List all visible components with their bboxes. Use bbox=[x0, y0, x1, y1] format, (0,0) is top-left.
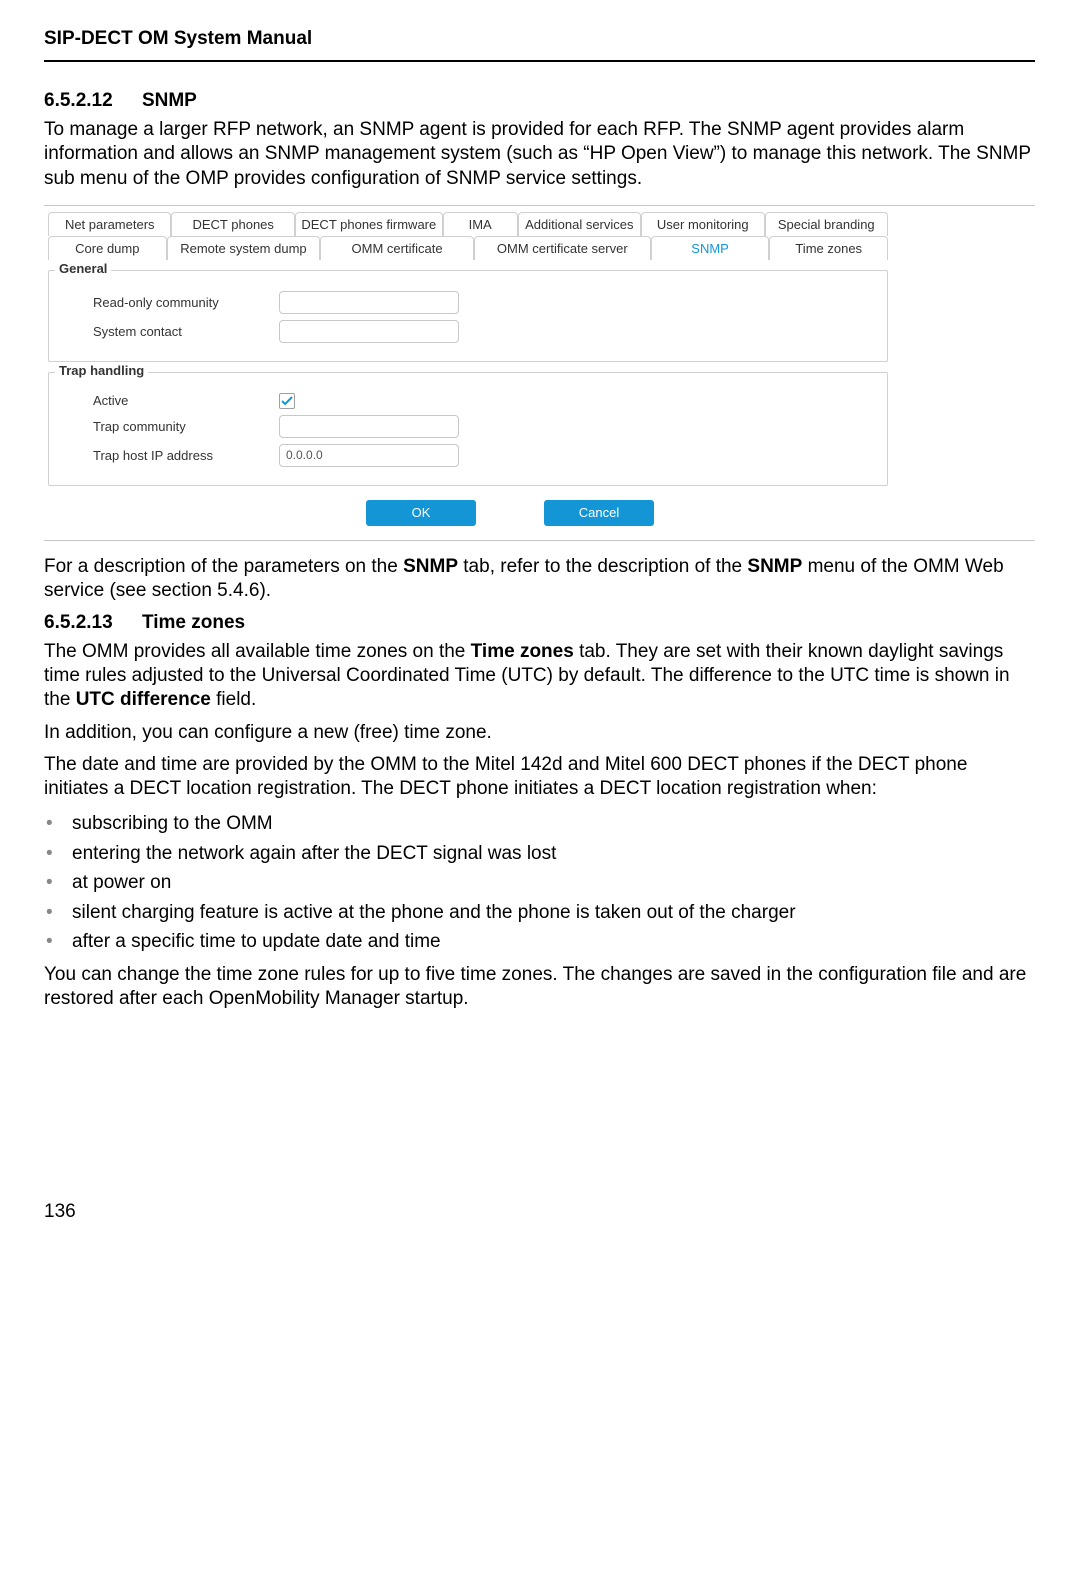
input-system-contact[interactable] bbox=[279, 320, 459, 343]
section-number: 6.5.2.13 bbox=[44, 612, 113, 633]
page-number: 136 bbox=[44, 1201, 1035, 1223]
tab-remote-system-dump[interactable]: Remote system dump bbox=[167, 236, 321, 260]
button-row: OK Cancel bbox=[366, 500, 888, 526]
trap-legend: Trap handling bbox=[55, 363, 148, 378]
row-read-only-community: Read-only community bbox=[69, 291, 867, 314]
text-bold: UTC difference bbox=[76, 689, 211, 710]
text: For a description of the parameters on t… bbox=[44, 556, 403, 577]
section-title: Time zones bbox=[142, 612, 245, 633]
text: The OMM provides all available time zone… bbox=[44, 641, 471, 662]
list-item: after a specific time to update date and… bbox=[44, 927, 1035, 956]
tab-row-1: Net parameters DECT phones DECT phones f… bbox=[48, 212, 888, 236]
paragraph: The OMM provides all available time zone… bbox=[44, 640, 1035, 713]
list-item: entering the network again after the DEC… bbox=[44, 839, 1035, 868]
text-bold: SNMP bbox=[403, 556, 458, 577]
section-title: SNMP bbox=[142, 90, 197, 111]
tab-ima[interactable]: IMA bbox=[443, 212, 518, 236]
doc-header: SIP-DECT OM System Manual bbox=[44, 28, 1035, 50]
tab-user-monitoring[interactable]: User monitoring bbox=[641, 212, 764, 236]
label-trap-host-ip: Trap host IP address bbox=[69, 448, 279, 463]
paragraph: In addition, you can configure a new (fr… bbox=[44, 721, 1035, 745]
tab-snmp[interactable]: SNMP bbox=[651, 236, 770, 260]
section-heading-snmp: 6.5.2.12 SNMP bbox=[44, 90, 1035, 112]
general-fieldset: General Read-only community System conta… bbox=[48, 270, 888, 362]
paragraph: You can change the time zone rules for u… bbox=[44, 963, 1035, 1012]
section-number: 6.5.2.12 bbox=[44, 90, 113, 111]
input-trap-community[interactable] bbox=[279, 415, 459, 438]
header-divider bbox=[44, 60, 1035, 62]
general-legend: General bbox=[55, 261, 111, 276]
tab-additional-services[interactable]: Additional services bbox=[518, 212, 641, 236]
list-item: at power on bbox=[44, 868, 1035, 897]
tab-omm-certificate-server[interactable]: OMM certificate server bbox=[474, 236, 651, 260]
row-system-contact: System contact bbox=[69, 320, 867, 343]
label-active: Active bbox=[69, 393, 279, 408]
tab-dect-phones[interactable]: DECT phones bbox=[171, 212, 294, 236]
label-trap-community: Trap community bbox=[69, 419, 279, 434]
row-active: Active bbox=[69, 393, 867, 409]
label-system-contact: System contact bbox=[69, 324, 279, 339]
tab-dect-phones-firmware[interactable]: DECT phones firmware bbox=[295, 212, 443, 236]
text: tab, refer to the description of the bbox=[458, 556, 747, 577]
tab-time-zones[interactable]: Time zones bbox=[769, 236, 888, 260]
paragraph: For a description of the parameters on t… bbox=[44, 555, 1035, 604]
tab-omm-certificate[interactable]: OMM certificate bbox=[320, 236, 474, 260]
trap-fieldset: Trap handling Active Trap community Trap… bbox=[48, 372, 888, 486]
row-trap-host-ip: Trap host IP address bbox=[69, 444, 867, 467]
row-trap-community: Trap community bbox=[69, 415, 867, 438]
ok-button[interactable]: OK bbox=[366, 500, 476, 526]
text: field. bbox=[211, 689, 256, 710]
list-item: subscribing to the OMM bbox=[44, 809, 1035, 838]
list-item: silent charging feature is active at the… bbox=[44, 898, 1035, 927]
input-trap-host-ip[interactable] bbox=[279, 444, 459, 467]
label-read-only-community: Read-only community bbox=[69, 295, 279, 310]
tab-special-branding[interactable]: Special branding bbox=[765, 212, 888, 236]
check-icon bbox=[281, 395, 293, 407]
input-read-only-community[interactable] bbox=[279, 291, 459, 314]
tab-row-2: Core dump Remote system dump OMM certifi… bbox=[48, 236, 888, 260]
paragraph: To manage a larger RFP network, an SNMP … bbox=[44, 118, 1035, 191]
text-bold: Time zones bbox=[471, 641, 574, 662]
section-heading-timezones: 6.5.2.13 Time zones bbox=[44, 612, 1035, 634]
tab-net-parameters[interactable]: Net parameters bbox=[48, 212, 171, 236]
snmp-figure: Net parameters DECT phones DECT phones f… bbox=[44, 205, 1035, 541]
checkbox-active[interactable] bbox=[279, 393, 295, 409]
tab-core-dump[interactable]: Core dump bbox=[48, 236, 167, 260]
bullet-list: subscribing to the OMM entering the netw… bbox=[44, 809, 1035, 956]
cancel-button[interactable]: Cancel bbox=[544, 500, 654, 526]
text-bold: SNMP bbox=[747, 556, 802, 577]
paragraph: The date and time are provided by the OM… bbox=[44, 753, 1035, 802]
